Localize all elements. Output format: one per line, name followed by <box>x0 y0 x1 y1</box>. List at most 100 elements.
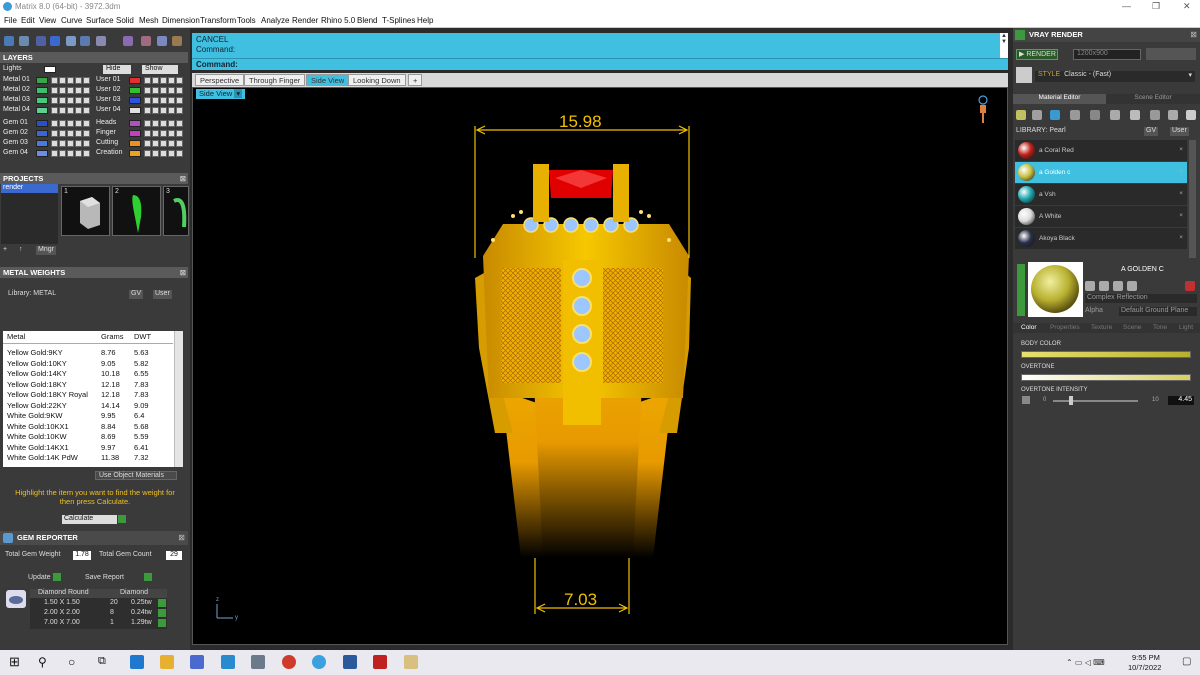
file-explorer-icon[interactable] <box>160 655 174 669</box>
eye-icon[interactable] <box>59 150 66 157</box>
print-icon[interactable] <box>75 97 82 104</box>
print-icon[interactable] <box>168 140 175 147</box>
layer-color-swatch[interactable] <box>129 150 141 157</box>
lock-icon[interactable] <box>51 150 58 157</box>
select-icon[interactable] <box>67 120 74 127</box>
app-icon-1[interactable] <box>251 655 265 669</box>
use-object-materials[interactable]: Use Object Materials <box>95 471 177 480</box>
layer-color-swatch[interactable] <box>129 140 141 147</box>
calculate-button[interactable]: Calculate <box>62 515 117 524</box>
lock-icon[interactable] <box>144 107 151 114</box>
intensity-value[interactable]: 4.45 <box>1168 396 1194 405</box>
print-icon[interactable] <box>75 140 82 147</box>
lock-icon[interactable] <box>51 97 58 104</box>
table-row[interactable]: Yellow Gold:22KY 14.14 9.09 <box>3 400 173 411</box>
remove-material-icon[interactable]: × <box>1179 212 1183 219</box>
color-icon[interactable] <box>176 87 183 94</box>
filter-icon[interactable] <box>66 36 76 46</box>
render-button[interactable]: ▶ RENDER <box>1016 49 1058 60</box>
table-row[interactable]: White Gold:9KW 9.95 6.4 <box>3 410 173 421</box>
grid-icon[interactable] <box>4 36 14 46</box>
layer-left-7[interactable]: Gem 03 <box>3 139 90 148</box>
ground-plane-select[interactable]: Default Ground Plane <box>1119 307 1197 316</box>
layer-color-swatch[interactable] <box>36 130 48 137</box>
select-icon[interactable] <box>67 107 74 114</box>
layer-color-swatch[interactable] <box>129 130 141 137</box>
lock-icon[interactable] <box>144 87 151 94</box>
cylinder-icon[interactable] <box>50 36 60 46</box>
project-thumb-3[interactable]: 3 <box>163 186 189 236</box>
print-icon[interactable] <box>75 107 82 114</box>
remove-material-icon[interactable]: × <box>1179 234 1183 241</box>
render-tools[interactable] <box>1146 48 1196 60</box>
calculate-go-icon[interactable] <box>118 515 126 523</box>
lock-icon[interactable] <box>51 77 58 84</box>
menu-transform[interactable]: Transform <box>200 16 236 25</box>
scissors-icon[interactable] <box>96 36 106 46</box>
eye-icon[interactable] <box>59 140 66 147</box>
color-icon[interactable] <box>176 120 183 127</box>
windows-start-icon[interactable]: ⊞ <box>9 654 23 669</box>
gv-button[interactable]: GV <box>129 290 144 299</box>
tab-scene[interactable]: Scene <box>1123 324 1141 331</box>
layer-left-2[interactable]: Metal 02 <box>3 86 90 95</box>
menu-file[interactable]: File <box>4 16 17 25</box>
style-select[interactable]: STYLE Classic - (Fast) ▾ <box>1035 71 1195 82</box>
task-view-icon[interactable]: ⧉ <box>98 655 112 669</box>
show-button[interactable]: Show <box>142 65 178 74</box>
select-icon[interactable] <box>67 97 74 104</box>
resolution-field[interactable]: 1200x900 <box>1073 49 1141 60</box>
select-icon[interactable] <box>67 140 74 147</box>
preview-toggle[interactable] <box>1017 264 1025 316</box>
crosshair-icon[interactable] <box>157 36 167 46</box>
gem-row[interactable]: 1.50 X 1.50 20 0.25tw <box>30 599 167 608</box>
select-icon[interactable] <box>67 150 74 157</box>
menu-mesh[interactable]: Mesh <box>139 16 159 25</box>
app-icon-2[interactable] <box>373 655 387 669</box>
menu-tsplines[interactable]: T-Splines <box>382 16 415 25</box>
hide-button[interactable]: Hide <box>103 65 131 74</box>
store-icon[interactable] <box>190 655 204 669</box>
color-icon[interactable] <box>83 107 90 114</box>
menu-help[interactable]: Help <box>417 16 433 25</box>
print-icon[interactable] <box>168 97 175 104</box>
gem-table[interactable]: Diamond Round Diamond 1.50 X 1.50 20 0.25t… <box>30 589 167 629</box>
user-toggle[interactable]: User <box>1170 127 1189 136</box>
print-icon[interactable] <box>75 77 82 84</box>
tab-scene-editor[interactable]: Scene Editor <box>1106 94 1200 104</box>
layer-right-7[interactable]: Cutting <box>96 139 183 148</box>
overtone-slider[interactable] <box>1021 374 1191 381</box>
settings-icon[interactable] <box>172 36 182 46</box>
gem-row-go-icon[interactable] <box>158 599 166 607</box>
gem-row-go-icon[interactable] <box>158 609 166 617</box>
eye-icon[interactable] <box>59 107 66 114</box>
complex-reflection-select[interactable]: Complex Reflection <box>1085 294 1197 303</box>
layer-right-5[interactable]: Heads <box>96 119 183 128</box>
menu-render[interactable]: Render <box>292 16 318 25</box>
layer-color-swatch[interactable] <box>129 87 141 94</box>
chrome-icon[interactable] <box>282 655 296 669</box>
layers-icon[interactable] <box>19 36 29 46</box>
lock-icon[interactable] <box>51 130 58 137</box>
menu-surface[interactable]: Surface <box>86 16 114 25</box>
app-icon-3[interactable] <box>404 655 418 669</box>
lock-icon[interactable] <box>144 130 151 137</box>
tab-light[interactable]: Light <box>1179 324 1193 331</box>
layer-color-swatch[interactable] <box>36 77 48 84</box>
menu-curve[interactable]: Curve <box>61 16 82 25</box>
tab-color[interactable]: Color <box>1021 324 1037 331</box>
layer-right-8[interactable]: Creation <box>96 149 183 158</box>
clock-date[interactable]: 10/7/2022 <box>1128 663 1161 672</box>
eye-icon[interactable] <box>59 77 66 84</box>
update-button[interactable]: Update <box>28 573 61 582</box>
menu-edit[interactable]: Edit <box>21 16 35 25</box>
layer-color-swatch[interactable] <box>36 87 48 94</box>
color-icon[interactable] <box>176 130 183 137</box>
material-scrollbar[interactable] <box>1189 140 1196 258</box>
layer-left-1[interactable]: Metal 01 <box>3 76 90 85</box>
body-color-slider[interactable] <box>1021 351 1191 358</box>
print-icon[interactable] <box>168 150 175 157</box>
remove-material-icon[interactable]: × <box>1179 190 1183 197</box>
add-tab-icon[interactable]: + <box>408 74 423 86</box>
color-icon[interactable] <box>83 77 90 84</box>
